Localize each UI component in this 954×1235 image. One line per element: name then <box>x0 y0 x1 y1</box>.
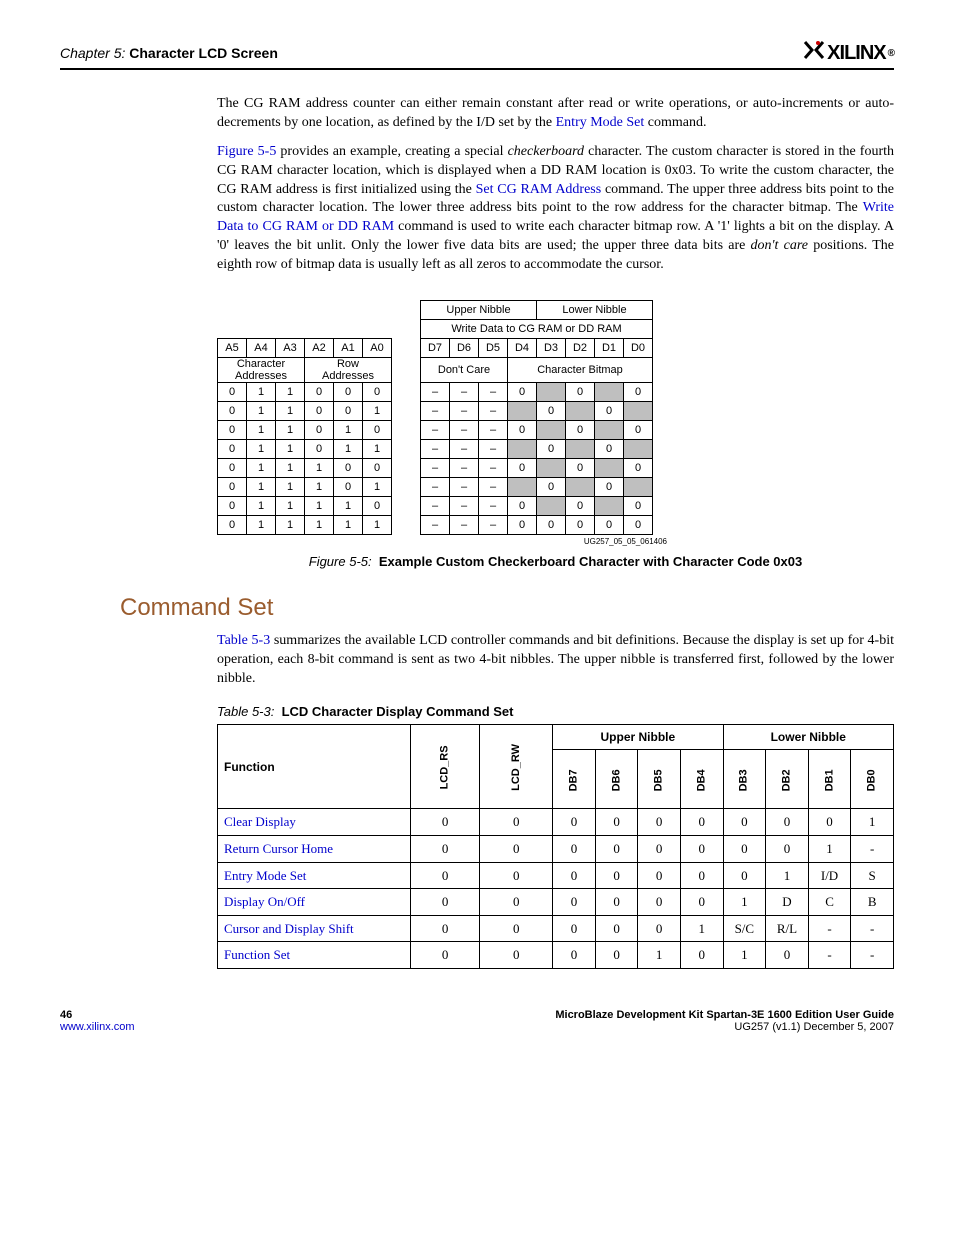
page-number: 46 <box>60 1009 135 1021</box>
logo-text: XILINX <box>827 42 885 65</box>
footer-doc-id: UG257 (v1.1) December 5, 2007 <box>555 1021 894 1033</box>
page-header: Chapter 5: Character LCD Screen XILINX® <box>60 40 894 70</box>
footer-doc-title: MicroBlaze Development Kit Spartan-3E 16… <box>555 1009 894 1021</box>
figure-5-5: Upper NibbleLower NibbleWrite Data to CG… <box>217 300 894 569</box>
footer-right: MicroBlaze Development Kit Spartan-3E 16… <box>555 1009 894 1033</box>
logo-icon <box>803 40 825 66</box>
figure-caption: Figure 5-5: Example Custom Checkerboard … <box>217 554 894 569</box>
figure-id: UG257_05_05_061406 <box>217 537 667 546</box>
footer-left: 46 www.xilinx.com <box>60 1009 135 1033</box>
cmd-link[interactable]: Cursor and Display Shift <box>224 921 354 936</box>
figure-table: Upper NibbleLower NibbleWrite Data to CG… <box>217 300 653 535</box>
link-table-5-3[interactable]: Table 5-3 <box>217 633 270 648</box>
paragraph-2: Figure 5-5 provides an example, creating… <box>217 143 894 275</box>
cmd-link[interactable]: Entry Mode Set <box>224 868 306 883</box>
link-set-cg-ram[interactable]: Set CG RAM Address <box>476 182 602 197</box>
chapter-title: Character LCD Screen <box>129 45 278 61</box>
chapter-prefix: Chapter 5: <box>60 45 125 61</box>
command-table: FunctionLCD_RSLCD_RWUpper NibbleLower Ni… <box>217 724 894 968</box>
table-5-3-block: Table 5-3: LCD Character Display Command… <box>217 703 894 969</box>
cmd-link[interactable]: Function Set <box>224 947 290 962</box>
cmd-link[interactable]: Clear Display <box>224 814 296 829</box>
link-figure-5-5[interactable]: Figure 5-5 <box>217 144 276 159</box>
section-heading: Command Set <box>120 594 894 622</box>
page-footer: 46 www.xilinx.com MicroBlaze Development… <box>60 1009 894 1033</box>
paragraph-3: Table 5-3 summarizes the available LCD c… <box>217 632 894 689</box>
footer-url[interactable]: www.xilinx.com <box>60 1021 135 1033</box>
link-entry-mode-set[interactable]: Entry Mode Set <box>556 115 645 130</box>
logo-reg: ® <box>888 48 894 59</box>
chapter-header: Chapter 5: Character LCD Screen <box>60 45 278 61</box>
paragraph-1: The CG RAM address counter can either re… <box>217 95 894 133</box>
xilinx-logo: XILINX® <box>803 40 894 66</box>
cmd-link[interactable]: Display On/Off <box>224 894 305 909</box>
cmd-link[interactable]: Return Cursor Home <box>224 841 333 856</box>
table-caption: Table 5-3: LCD Character Display Command… <box>217 703 894 721</box>
